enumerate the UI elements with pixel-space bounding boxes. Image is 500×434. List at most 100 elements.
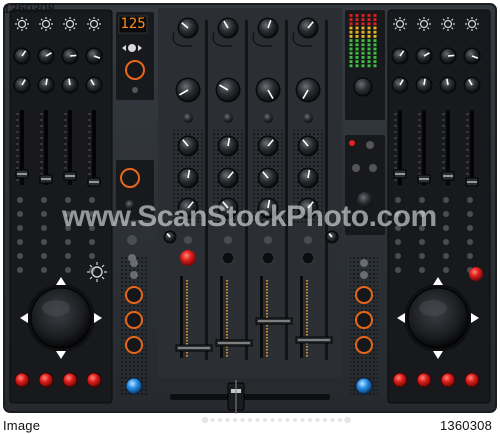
red-led-button[interactable] bbox=[180, 250, 196, 266]
pad-button[interactable] bbox=[41, 225, 47, 231]
pad-button[interactable] bbox=[395, 267, 401, 273]
channel-eq-knob[interactable] bbox=[297, 135, 319, 157]
image-id-top: 1360308 bbox=[3, 1, 56, 16]
pad-button[interactable] bbox=[17, 225, 23, 231]
line-fader[interactable] bbox=[255, 317, 293, 325]
orange-ring-knob[interactable] bbox=[120, 168, 140, 188]
red-indicator-led bbox=[349, 140, 355, 146]
channel-top-knob[interactable] bbox=[177, 17, 199, 39]
blue-led-button[interactable] bbox=[125, 377, 143, 395]
pad-button[interactable] bbox=[443, 239, 449, 245]
channel-eq-knob[interactable] bbox=[257, 135, 279, 157]
pad-button[interactable] bbox=[419, 267, 425, 273]
pad-button[interactable] bbox=[65, 239, 71, 245]
pad-button[interactable] bbox=[17, 211, 23, 217]
red-button[interactable] bbox=[469, 267, 483, 281]
channel-gain-knob[interactable] bbox=[255, 77, 281, 103]
channel-top-knob[interactable] bbox=[257, 17, 279, 39]
pad-button[interactable] bbox=[17, 253, 23, 259]
eq-knob[interactable] bbox=[61, 47, 79, 65]
pad-button[interactable] bbox=[41, 267, 47, 273]
pad-button[interactable] bbox=[41, 197, 47, 203]
cue-ring-button[interactable] bbox=[355, 286, 373, 304]
gain-knob[interactable] bbox=[13, 76, 31, 94]
pad-button[interactable] bbox=[467, 225, 473, 231]
eq-knob[interactable] bbox=[463, 47, 481, 65]
left-jog-wheel[interactable] bbox=[27, 284, 95, 352]
image-id-bottom: 1360308 bbox=[440, 418, 493, 433]
right-jog-wheel[interactable] bbox=[404, 284, 472, 352]
meter-knob[interactable] bbox=[353, 77, 373, 97]
pad-button[interactable] bbox=[89, 239, 95, 245]
pad-button[interactable] bbox=[443, 211, 449, 217]
pad-button[interactable] bbox=[467, 211, 473, 217]
channel-top-knob[interactable] bbox=[217, 17, 239, 39]
cue-ring-button[interactable] bbox=[125, 311, 143, 329]
pad-button[interactable] bbox=[467, 239, 473, 245]
channel-eq-knob[interactable] bbox=[177, 135, 199, 157]
cue-ring-button[interactable] bbox=[125, 286, 143, 304]
eq-knob[interactable] bbox=[13, 47, 31, 65]
orange-ring-knob[interactable] bbox=[125, 60, 145, 80]
eq-knob[interactable] bbox=[439, 47, 457, 65]
channel-strips bbox=[158, 8, 342, 378]
eq-knob[interactable] bbox=[37, 47, 55, 65]
line-fader[interactable] bbox=[175, 344, 213, 352]
watermark-text: www.ScanStockPhoto.com bbox=[62, 200, 437, 233]
pad-button[interactable] bbox=[419, 239, 425, 245]
channel-gain-knob[interactable] bbox=[295, 77, 321, 103]
red-button[interactable] bbox=[86, 372, 102, 388]
pad-button[interactable] bbox=[443, 225, 449, 231]
pad-button[interactable] bbox=[17, 267, 23, 273]
gain-knob[interactable] bbox=[85, 76, 103, 94]
pad-button[interactable] bbox=[17, 239, 23, 245]
cue-ring-button[interactable] bbox=[355, 336, 373, 354]
channel-eq-knob[interactable] bbox=[177, 167, 199, 189]
eq-knob[interactable] bbox=[391, 47, 409, 65]
image-label-bottom: Image bbox=[3, 418, 41, 433]
pad-button[interactable] bbox=[467, 253, 473, 259]
channel-top-knob[interactable] bbox=[297, 17, 319, 39]
blue-led-button[interactable] bbox=[355, 377, 373, 395]
channel-eq-knob[interactable] bbox=[297, 167, 319, 189]
line-fader[interactable] bbox=[295, 336, 333, 344]
gain-knob[interactable] bbox=[415, 76, 433, 94]
pad-button[interactable] bbox=[443, 253, 449, 259]
channel-eq-knob[interactable] bbox=[257, 167, 279, 189]
channel-eq-knob[interactable] bbox=[217, 167, 239, 189]
line-fader[interactable] bbox=[215, 339, 253, 347]
red-button[interactable] bbox=[62, 372, 78, 388]
red-button[interactable] bbox=[440, 372, 456, 388]
pad-button[interactable] bbox=[17, 197, 23, 203]
red-button[interactable] bbox=[14, 372, 30, 388]
red-button[interactable] bbox=[416, 372, 432, 388]
pad-button[interactable] bbox=[395, 239, 401, 245]
channel-gain-knob[interactable] bbox=[215, 77, 241, 103]
gain-knob[interactable] bbox=[463, 76, 481, 94]
channel-eq-knob[interactable] bbox=[217, 135, 239, 157]
pad-button[interactable] bbox=[443, 197, 449, 203]
pad-button[interactable] bbox=[41, 211, 47, 217]
cue-ring-button[interactable] bbox=[355, 311, 373, 329]
gain-knob[interactable] bbox=[61, 76, 79, 94]
eq-knob[interactable] bbox=[415, 47, 433, 65]
red-button[interactable] bbox=[464, 372, 480, 388]
red-button[interactable] bbox=[38, 372, 54, 388]
pad-button[interactable] bbox=[65, 253, 71, 259]
pad-button[interactable] bbox=[467, 197, 473, 203]
pad-button[interactable] bbox=[419, 253, 425, 259]
pad-button[interactable] bbox=[65, 267, 71, 273]
pad-button[interactable] bbox=[41, 253, 47, 259]
pad-button[interactable] bbox=[89, 253, 95, 259]
gain-knob[interactable] bbox=[391, 76, 409, 94]
channel-gain-knob[interactable] bbox=[175, 77, 201, 103]
cue-ring-button[interactable] bbox=[125, 336, 143, 354]
eq-knob[interactable] bbox=[85, 47, 103, 65]
gain-knob[interactable] bbox=[439, 76, 457, 94]
bpm-readout: 125 bbox=[120, 16, 146, 32]
red-button[interactable] bbox=[392, 372, 408, 388]
pad-button[interactable] bbox=[443, 267, 449, 273]
pad-button[interactable] bbox=[41, 239, 47, 245]
pad-button[interactable] bbox=[395, 253, 401, 259]
gain-knob[interactable] bbox=[37, 76, 55, 94]
